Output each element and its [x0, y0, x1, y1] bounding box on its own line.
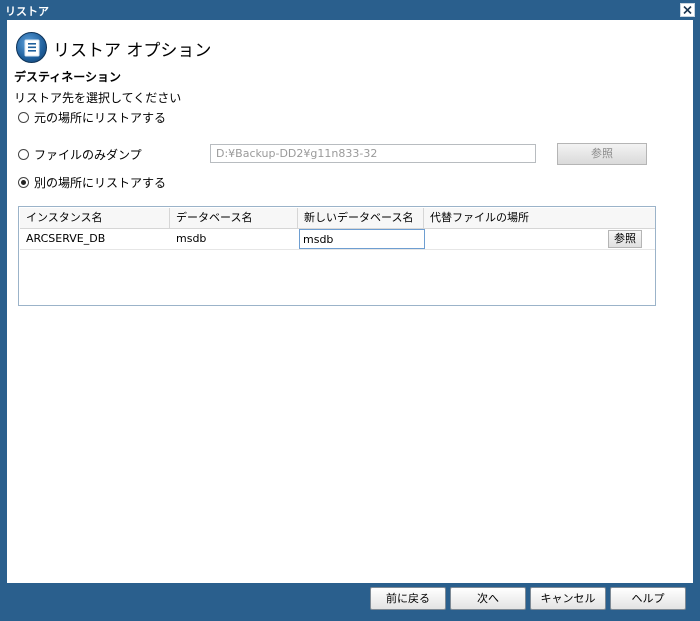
cancel-button[interactable]: キャンセル — [530, 587, 606, 610]
radio-button[interactable] — [18, 176, 29, 188]
back-button[interactable]: 前に戻る — [370, 587, 446, 610]
close-button[interactable] — [680, 3, 695, 17]
cell-alt-location[interactable] — [424, 229, 604, 249]
column-header-database[interactable]: データベース名 — [170, 208, 298, 228]
cell-database: msdb — [176, 232, 207, 245]
next-button[interactable]: 次へ — [450, 587, 526, 610]
radio-dump-files-only[interactable]: ファイルのみダンプ — [18, 145, 142, 163]
column-header-new-database[interactable]: 新しいデータベース名 — [298, 208, 424, 228]
radio-restore-alternate[interactable]: 別の場所にリストアする — [18, 173, 166, 191]
close-icon — [683, 6, 692, 14]
column-header-instance[interactable]: インスタンス名 — [20, 208, 170, 228]
destination-description: リストア先を選択してください — [14, 91, 182, 105]
radio-label: 元の場所にリストアする — [34, 110, 167, 125]
grid-header: インスタンス名 データベース名 新しいデータベース名 代替ファイルの場所 — [20, 208, 655, 229]
database-grid: インスタンス名 データベース名 新しいデータベース名 代替ファイルの場所 ARC… — [18, 206, 656, 306]
new-database-input[interactable] — [299, 229, 425, 249]
document-list-icon — [16, 32, 47, 63]
cell-instance: ARCSERVE_DB — [26, 232, 106, 245]
restore-dialog: リストア リストア オプション デスティネーション リストア先を選択してください… — [0, 0, 700, 621]
title-bar: リストア — [0, 0, 700, 20]
radio-label: 別の場所にリストアする — [34, 175, 167, 190]
radio-button[interactable] — [18, 148, 29, 160]
column-header-alt-location[interactable]: 代替ファイルの場所 — [424, 208, 654, 228]
dialog-body: リストア オプション デスティネーション リストア先を選択してください 元の場所… — [7, 20, 693, 583]
radio-button[interactable] — [18, 111, 29, 123]
alt-location-browse-button[interactable]: 参照 — [608, 230, 642, 248]
dump-browse-button[interactable]: 参照 — [557, 143, 647, 165]
table-row[interactable]: ARCSERVE_DB msdb 参照 — [20, 229, 655, 250]
help-button[interactable]: ヘルプ — [610, 587, 686, 610]
radio-label: ファイルのみダンプ — [34, 147, 142, 162]
window-title: リストア — [5, 5, 49, 18]
dump-path-input[interactable] — [210, 144, 536, 163]
page-title: リストア オプション — [53, 41, 212, 61]
destination-section-title: デスティネーション — [14, 70, 122, 84]
radio-restore-original[interactable]: 元の場所にリストアする — [18, 108, 166, 126]
